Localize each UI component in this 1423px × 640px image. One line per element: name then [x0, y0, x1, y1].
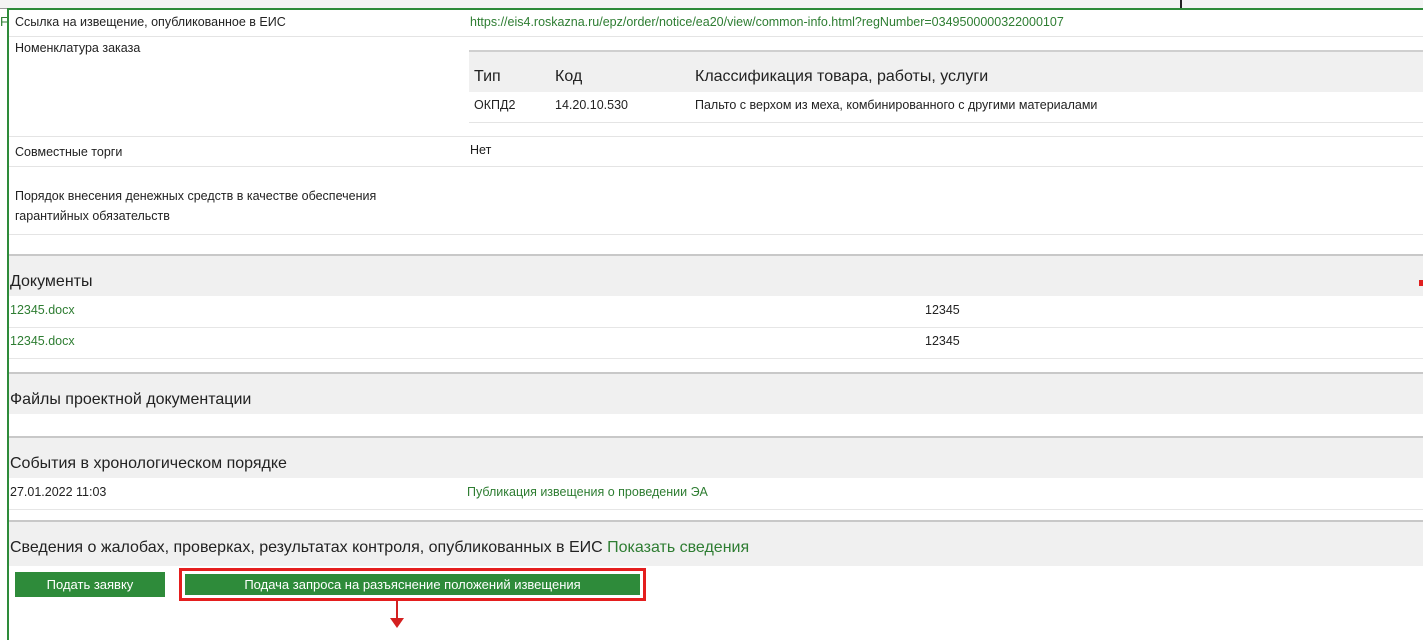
- events-title: События в хронологическом порядке: [10, 455, 287, 472]
- annotation-arrow-line: [396, 600, 398, 620]
- event-link[interactable]: Публикация извещения о проведении ЭА: [467, 485, 708, 499]
- show-complaints-link[interactable]: Показать сведения: [607, 539, 749, 556]
- events-section-header: События в хронологическом порядке: [9, 436, 1423, 478]
- documents-section-header: Документы: [9, 254, 1423, 296]
- nomenclature-table-header: Тип Код Классификация товара, работы, ус…: [469, 50, 1423, 92]
- nomenclature-table-row: ОКПД2 14.20.10.530 Пальто с верхом из ме…: [469, 92, 1423, 123]
- event-date: 27.01.2022 11:03: [10, 485, 107, 499]
- nomenclature-row: Номенклатура заказа Тип Код Классификаци…: [9, 36, 1423, 137]
- cell-type: ОКПД2: [474, 98, 516, 112]
- joint-bidding-value: Нет: [470, 143, 492, 157]
- nomenclature-label: Номенклатура заказа: [15, 41, 141, 55]
- guarantee-label-line1: Порядок внесения денежных средств в каче…: [15, 189, 377, 203]
- annotation-arrow-head: [390, 618, 404, 628]
- document-number: 12345: [925, 334, 960, 348]
- cell-classification: Пальто с верхом из меха, комбинированног…: [695, 98, 1098, 112]
- submit-application-button[interactable]: Подать заявку: [15, 572, 165, 597]
- cell-code: 14.20.10.530: [555, 98, 628, 112]
- column-header-classification: Классификация товара, работы, услуги: [695, 68, 989, 85]
- notice-details-panel: Ссылка на извещение, опубликованное в ЕИ…: [7, 8, 1423, 640]
- guarantee-row: Порядок внесения денежных средств в каче…: [9, 166, 1423, 235]
- project-files-title: Файлы проектной документации: [10, 391, 252, 408]
- clarification-request-button[interactable]: Подача запроса на разъяснение положений …: [185, 574, 640, 595]
- edge-mark: [1419, 280, 1423, 286]
- guarantee-label-line2: гарантийных обязательств: [15, 209, 170, 223]
- joint-bidding-row: Совместные торги Нет: [9, 136, 1423, 167]
- column-header-code: Код: [555, 68, 583, 85]
- notice-link-row: Ссылка на извещение, опубликованное в ЕИ…: [9, 10, 1423, 37]
- project-files-section-header: Файлы проектной документации: [9, 372, 1423, 414]
- joint-bidding-label: Совместные торги: [15, 145, 123, 159]
- complaints-section-header: Сведения о жалобах, проверках, результат…: [9, 520, 1423, 566]
- complaints-title: Сведения о жалобах, проверках, результат…: [10, 539, 749, 557]
- document-number: 12345: [925, 303, 960, 317]
- document-row: 12345.docx 12345: [9, 327, 1423, 359]
- event-row: 27.01.2022 11:03 Публикация извещения о …: [9, 478, 1423, 510]
- document-row: 12345.docx 12345: [9, 296, 1423, 328]
- column-header-type: Тип: [474, 68, 501, 85]
- document-link[interactable]: 12345.docx: [10, 303, 75, 317]
- documents-title: Документы: [10, 273, 93, 290]
- notice-url-link[interactable]: https://eis4.roskazna.ru/epz/order/notic…: [470, 15, 1064, 29]
- complaints-text: Сведения о жалобах, проверках, результат…: [10, 539, 603, 556]
- document-link[interactable]: 12345.docx: [10, 334, 75, 348]
- notice-link-label: Ссылка на извещение, опубликованное в ЕИ…: [15, 15, 286, 29]
